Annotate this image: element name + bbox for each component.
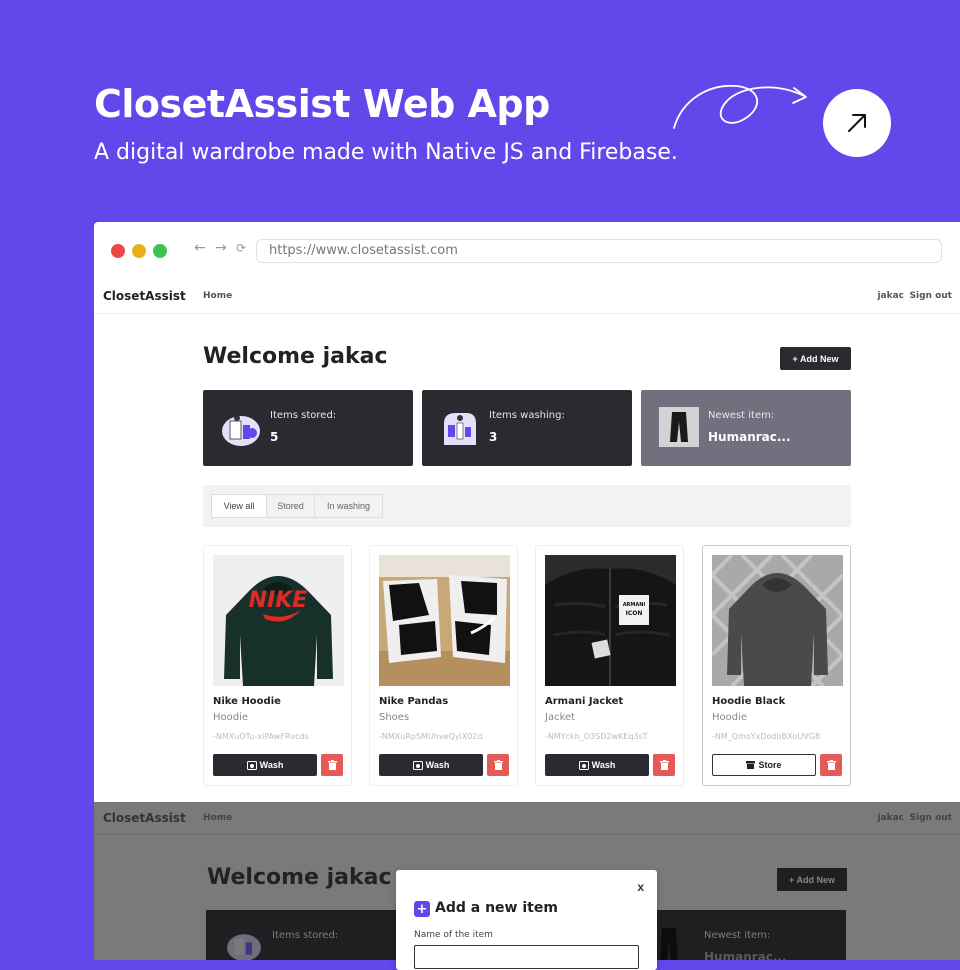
wash-button-label: Wash — [591, 760, 616, 770]
item-category: Shoes — [379, 712, 410, 723]
laundry-illustration-icon — [444, 413, 476, 445]
trash-icon — [659, 760, 669, 770]
item-category: Jacket — [545, 712, 576, 723]
item-name: Hoodie Black — [712, 696, 786, 707]
welcome-heading: Welcome jakac — [203, 344, 388, 369]
item-card: NIKE Nike Hoodie Hoodie -NMXuOTu-xlPAwFR… — [203, 545, 352, 786]
delete-button[interactable] — [487, 754, 509, 776]
store-button[interactable]: Store — [712, 754, 816, 776]
address-bar[interactable]: https://www.closetassist.com — [256, 239, 942, 263]
nav-home-link[interactable]: Home — [203, 291, 232, 301]
wash-button-label: Wash — [259, 760, 284, 770]
wash-button-label: Wash — [425, 760, 450, 770]
stat-card-stored: Items stored: 5 — [203, 390, 413, 466]
nav-user-link[interactable]: jakac — [877, 291, 904, 301]
svg-text:ICON: ICON — [626, 610, 643, 617]
window-minimize-dot[interactable] — [132, 244, 146, 258]
wardrobe-illustration-icon — [227, 934, 261, 960]
brand-logo: ClosetAssist — [103, 811, 186, 825]
sign-out-link: Sign out — [909, 813, 952, 823]
stat-value: 3 — [489, 430, 498, 444]
wash-button[interactable]: Wash — [213, 754, 317, 776]
add-item-modal: x + Add a new item Name of the item — [396, 870, 657, 970]
navbar-divider — [94, 834, 960, 835]
washing-machine-icon — [412, 760, 423, 770]
item-name-label: Name of the item — [414, 930, 493, 940]
filter-stored[interactable]: Stored — [266, 494, 315, 518]
wardrobe-illustration-icon — [222, 415, 260, 446]
wash-button[interactable]: Wash — [545, 754, 649, 776]
modal-title: Add a new item — [435, 900, 558, 916]
stat-label: Items stored: — [272, 930, 339, 941]
item-photo — [712, 555, 843, 686]
trash-icon — [493, 760, 503, 770]
arrow-up-right-icon — [848, 114, 866, 132]
trash-icon — [327, 760, 337, 770]
delete-button[interactable] — [321, 754, 343, 776]
stat-label: Newest item: — [704, 930, 771, 941]
item-id: -NMXuRpSMUhveQyiX02d — [379, 732, 483, 741]
item-name: Armani Jacket — [545, 696, 624, 707]
item-photo: ARMANI ICON — [545, 555, 676, 686]
filter-view-all[interactable]: View all — [211, 494, 267, 518]
item-card: Hoodie Black Hoodie -NM_QmoYxDodbBXoUVG8… — [702, 545, 851, 786]
app-navbar: ClosetAssist Home jakac Sign out — [94, 282, 960, 314]
delete-button[interactable] — [653, 754, 675, 776]
item-name: Nike Pandas — [379, 696, 449, 707]
hero-title: ClosetAssist Web App — [94, 82, 550, 126]
stat-label: Newest item: — [708, 410, 775, 421]
item-id: -NMYckh_O3SD2wKEq3sT — [545, 732, 648, 741]
stat-card-newest: Newest item: Humanrac... — [641, 390, 851, 466]
nav-user-link: jakac — [877, 813, 904, 823]
washing-machine-icon — [578, 760, 589, 770]
stat-label: Items stored: — [270, 410, 337, 421]
back-arrow-icon[interactable]: ← — [194, 240, 206, 256]
wash-button[interactable]: Wash — [379, 754, 483, 776]
window-close-dot[interactable] — [111, 244, 125, 258]
item-name-input[interactable] — [414, 945, 639, 969]
stat-card-washing: Items washing: 3 — [422, 390, 632, 466]
window-maximize-dot[interactable] — [153, 244, 167, 258]
pants-image — [659, 407, 699, 447]
item-id: -NMXuOTu-xlPAwFRvcds — [213, 732, 309, 741]
close-icon[interactable]: x — [637, 880, 644, 894]
add-new-button[interactable]: + Add New — [780, 347, 851, 370]
item-category: Hoodie — [712, 712, 748, 723]
scribble-arrow-icon — [673, 85, 807, 129]
browser-chrome: ← → ⟳ https://www.closetassist.com — [94, 222, 960, 282]
reload-icon[interactable]: ⟳ — [236, 241, 246, 255]
external-link-button[interactable] — [823, 89, 891, 157]
plus-icon: + — [414, 901, 430, 917]
item-name: Nike Hoodie — [213, 696, 281, 707]
stat-value: Humanrac... — [704, 950, 787, 960]
washing-machine-icon — [246, 760, 257, 770]
browser-window: ← → ⟳ https://www.closetassist.com Close… — [94, 222, 960, 802]
stat-value: Humanrac... — [708, 430, 791, 444]
item-card: Nike Pandas Shoes -NMXuRpSMUhveQyiX02d W… — [369, 545, 518, 786]
brand-logo[interactable]: ClosetAssist — [103, 289, 186, 303]
stat-label: Items washing: — [489, 410, 565, 421]
trash-icon — [826, 760, 836, 770]
item-id: -NM_QmoYxDodbBXoUVG8 — [712, 732, 821, 741]
archive-box-icon — [746, 761, 756, 769]
newest-item-thumbnail — [659, 407, 699, 447]
filter-bar: View all Stored In washing — [203, 485, 851, 527]
item-photo — [379, 555, 510, 686]
delete-button[interactable] — [820, 754, 842, 776]
item-card: ARMANI ICON Armani Jacket Jacket -NMYckh… — [535, 545, 684, 786]
nav-home-link: Home — [203, 813, 233, 823]
hero-subtitle: A digital wardrobe made with Native JS a… — [94, 140, 678, 165]
svg-text:ARMANI: ARMANI — [623, 602, 646, 608]
stat-value: 5 — [270, 430, 279, 444]
item-photo: NIKE — [213, 555, 344, 686]
item-category: Hoodie — [213, 712, 249, 723]
filter-in-washing[interactable]: In washing — [314, 494, 383, 518]
welcome-heading: Welcome jakac — [207, 865, 392, 890]
store-button-label: Store — [758, 760, 782, 770]
pants-image — [660, 928, 678, 960]
sign-out-link[interactable]: Sign out — [910, 291, 952, 301]
forward-arrow-icon[interactable]: → — [215, 240, 227, 256]
add-new-button: + Add New — [777, 868, 847, 891]
svg-text:NIKE: NIKE — [249, 588, 308, 613]
